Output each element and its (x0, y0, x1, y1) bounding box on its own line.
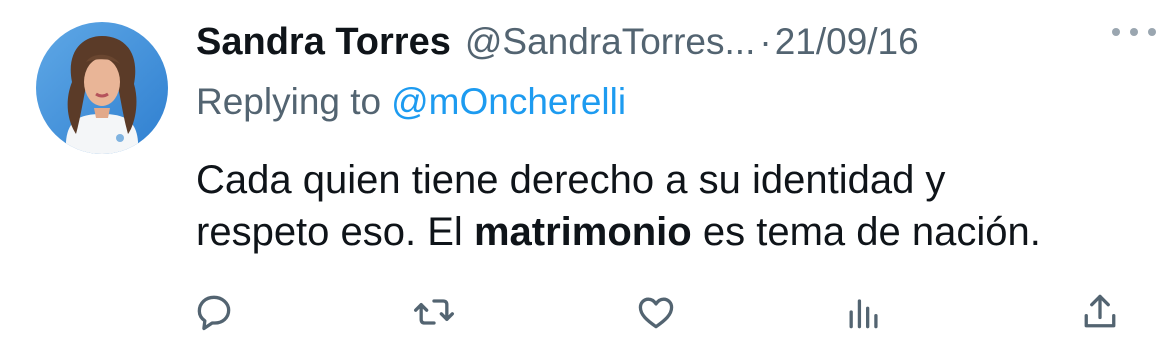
share-icon (1084, 294, 1116, 328)
tweet-actions (190, 288, 1150, 338)
more-options-icon[interactable] (1112, 22, 1156, 42)
more-dot (1130, 28, 1138, 36)
reply-prefix: Replying to (196, 81, 382, 122)
retweet-button[interactable] (410, 288, 458, 336)
views-button[interactable] (840, 288, 888, 336)
replying-to: Replying to @mOncherelli (196, 78, 626, 126)
separator-dot: · (759, 21, 772, 62)
tweet-text-bold-word: matrimonio (473, 210, 692, 254)
tweet-text-line-1: Cada quien tiene derecho a su identidad … (196, 158, 946, 202)
tweet-text-line-2: respeto eso. El matrimonio es tema de na… (196, 206, 1156, 258)
more-dot (1148, 28, 1156, 36)
tweet-header: Sandra Torres @SandraTorres... · 21/09/1… (196, 14, 1156, 70)
retweet-icon (414, 299, 454, 325)
reply-to-handle-link[interactable]: @mOncherelli (391, 81, 626, 123)
tweet-text-line-2-end: es tema de nación. (691, 210, 1041, 254)
author-name[interactable]: Sandra Torres (196, 21, 451, 64)
tweet-text-line-2-start: respeto eso. El (196, 210, 474, 254)
reply-button[interactable] (190, 288, 238, 336)
like-icon (638, 297, 674, 329)
profile-photo (36, 22, 168, 154)
author-handle[interactable]: @SandraTorres... (465, 21, 756, 63)
views-icon (849, 299, 878, 329)
share-button[interactable] (1076, 288, 1124, 336)
more-dot (1112, 28, 1120, 36)
avatar[interactable] (36, 22, 168, 154)
tweet-text: Cada quien tiene derecho a su identidad … (196, 154, 1156, 258)
tweet-date[interactable]: 21/09/16 (775, 21, 919, 63)
like-button[interactable] (632, 288, 680, 336)
reply-icon (197, 295, 231, 331)
